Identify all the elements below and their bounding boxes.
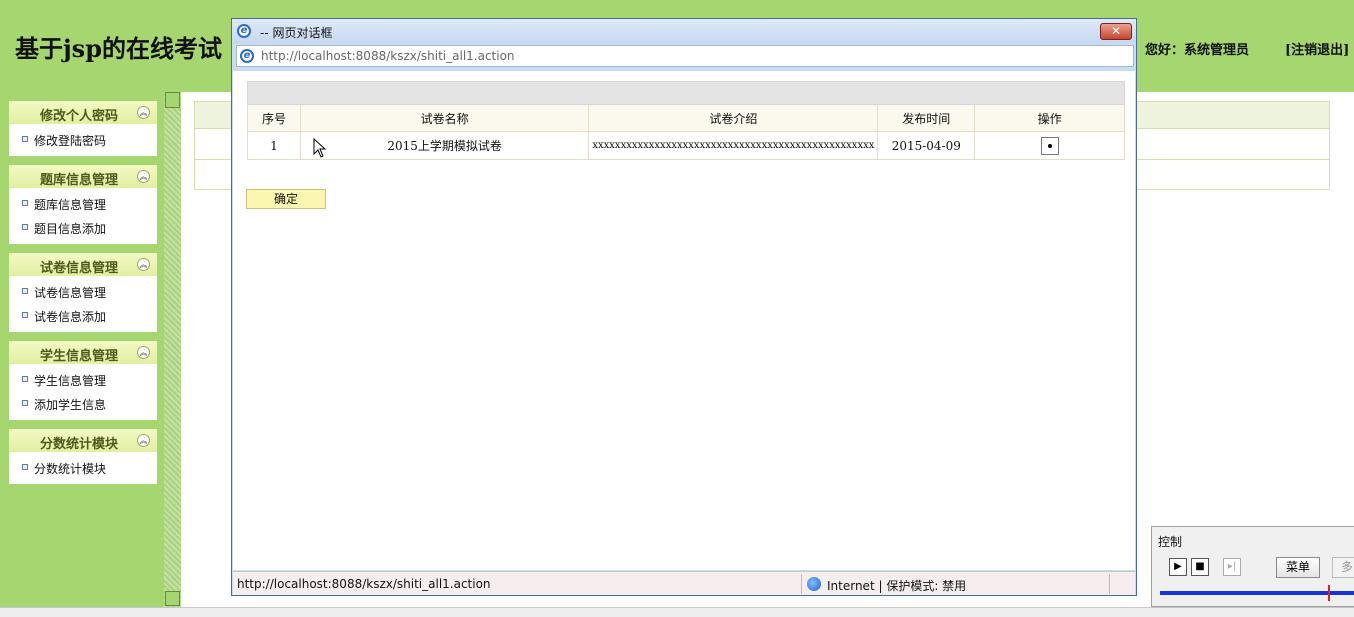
collapse-chevron-icon[interactable]: ︽ [137,258,150,271]
menu-group-header[interactable]: 分数统计模块 ︽ [9,429,157,452]
column-header-action: 操作 [974,104,1125,132]
bullet-icon [22,288,28,294]
more-button[interactable]: 多 [1332,557,1354,578]
bullet-icon [22,400,28,406]
logout-link[interactable]: [注销退出] [1285,39,1349,58]
site-title: 基于jsp的在线考试 [15,34,222,63]
sidebar-item-student-manage[interactable]: 学生信息管理 [9,368,157,392]
close-button[interactable]: ✕ [1100,23,1132,40]
column-header-date: 发布时间 [877,104,976,132]
status-separator [801,574,802,594]
sidebar-item-label: 分数统计模块 [34,462,107,476]
status-separator [1109,574,1110,594]
bullet-icon [22,136,28,142]
bullet-icon [22,200,28,206]
menu-group-title: 试卷信息管理 [39,261,118,276]
splitter-collapse-button[interactable] [165,92,180,108]
collapse-chevron-icon[interactable]: ︽ [137,346,150,359]
next-frame-button[interactable]: ▸| [1223,558,1241,576]
cell-index: 1 [247,131,301,160]
column-header-name: 试卷名称 [299,104,590,132]
control-panel: 控制 ▶ ■ ▸| 菜单 多 [1151,526,1354,607]
sidebar-item-label: 题目信息添加 [34,222,107,236]
web-dialog: e -- 网页对话框 ✕ e http://localhost:8088/ksz… [231,18,1137,596]
sidebar-item-label: 试卷信息添加 [34,310,107,324]
sidebar-item-label: 修改登陆密码 [34,134,107,148]
progress-track[interactable] [1160,591,1354,595]
browser-status-bar [0,607,1354,617]
menu-group-exam-paper: 试卷信息管理 ︽ 试卷信息管理 试卷信息添加 [9,253,157,332]
sidebar-item-label: 试卷信息管理 [34,286,107,300]
progress-marker[interactable] [1328,585,1330,601]
splitter-scroll-button[interactable] [165,591,180,606]
table-header-row: 序号 试卷名称 试卷介绍 发布时间 操作 [247,104,1125,132]
mouse-cursor-icon [313,138,327,158]
sidebar-item-score-stats[interactable]: 分数统计模块 [9,456,157,480]
globe-icon [807,577,821,591]
menu-group-header[interactable]: 试卷信息管理 ︽ [9,253,157,276]
status-url: http://localhost:8088/kszx/shiti_all1.ac… [237,577,491,591]
sidebar-item-paper-add[interactable]: 试卷信息添加 [9,304,157,328]
dialog-address-text: http://localhost:8088/kszx/shiti_all1.ac… [261,49,515,63]
collapse-chevron-icon[interactable]: ︽ [137,170,150,183]
dialog-address-bar: e http://localhost:8088/kszx/shiti_all1.… [236,45,1134,67]
bullet-icon [22,312,28,318]
menu-group-title: 分数统计模块 [39,437,118,452]
exam-paper-table: 序号 试卷名称 试卷介绍 发布时间 操作 1 2015上学期模拟试卷 xxxxx… [247,81,1125,160]
menu-group-student: 学生信息管理 ︽ 学生信息管理 添加学生信息 [9,341,157,420]
stop-button[interactable]: ■ [1191,558,1209,576]
menu-group-password: 修改个人密码 ︽ 修改登陆密码 [9,101,157,156]
sidebar-item-student-add[interactable]: 添加学生信息 [9,392,157,416]
bullet-icon [22,376,28,382]
play-button[interactable]: ▶ [1169,558,1187,576]
sidebar-item-label: 学生信息管理 [34,374,107,388]
sidebar-item-question-add[interactable]: 题目信息添加 [9,216,157,240]
control-panel-title: 控制 [1158,535,1183,549]
dialog-status-bar: http://localhost:8088/kszx/shiti_all1.ac… [233,571,1135,595]
menu-button[interactable]: 菜单 [1276,557,1320,578]
sidebar-item-label: 题库信息管理 [34,198,107,212]
ie-page-icon: e [240,49,254,63]
menu-group-title: 学生信息管理 [39,349,118,364]
collapse-chevron-icon[interactable]: ︽ [137,434,150,447]
select-radio[interactable] [1040,136,1059,155]
menu-group-header[interactable]: 修改个人密码 ︽ [9,101,157,124]
sidebar-splitter[interactable] [164,92,181,607]
cell-intro: xxxxxxxxxxxxxxxxxxxxxxxxxxxxxxxxxxxxxxxx… [588,131,879,160]
menu-group-score-stats: 分数统计模块 ︽ 分数统计模块 [9,429,157,484]
sidebar-item-label: 添加学生信息 [34,398,107,412]
ie-logo-icon: e [237,24,251,38]
menu-group-header[interactable]: 题库信息管理 ︽ [9,165,157,188]
bullet-icon [22,224,28,230]
cell-date: 2015-04-09 [877,131,976,160]
table-row: 1 2015上学期模拟试卷 xxxxxxxxxxxxxxxxxxxxxxxxxx… [247,131,1125,160]
column-header-index: 序号 [247,104,301,132]
dialog-titlebar[interactable]: e -- 网页对话框 ✕ [232,19,1136,43]
menu-group-title: 修改个人密码 [39,109,118,124]
menu-group-title: 题库信息管理 [39,173,118,188]
sidebar-item-question-bank-manage[interactable]: 题库信息管理 [9,192,157,216]
cell-action [974,131,1125,160]
table-top-bar [247,81,1125,105]
dialog-title: -- 网页对话框 [260,26,333,40]
security-zone-text: Internet | 保护模式: 禁用 [827,579,967,593]
menu-group-question-bank: 题库信息管理 ︽ 题库信息管理 题目信息添加 [9,165,157,244]
dialog-content: 序号 试卷名称 试卷介绍 发布时间 操作 1 2015上学期模拟试卷 xxxxx… [233,71,1135,570]
greeting-text: 您好：系统管理员 [1145,43,1250,58]
collapse-chevron-icon[interactable]: ︽ [137,106,150,119]
bullet-icon [22,464,28,470]
cell-name: 2015上学期模拟试卷 [299,131,590,160]
sidebar-item-change-password[interactable]: 修改登陆密码 [9,128,157,152]
confirm-button[interactable]: 确定 [246,189,326,209]
sidebar-item-paper-manage[interactable]: 试卷信息管理 [9,280,157,304]
menu-group-header[interactable]: 学生信息管理 ︽ [9,341,157,364]
column-header-intro: 试卷介绍 [588,104,879,132]
